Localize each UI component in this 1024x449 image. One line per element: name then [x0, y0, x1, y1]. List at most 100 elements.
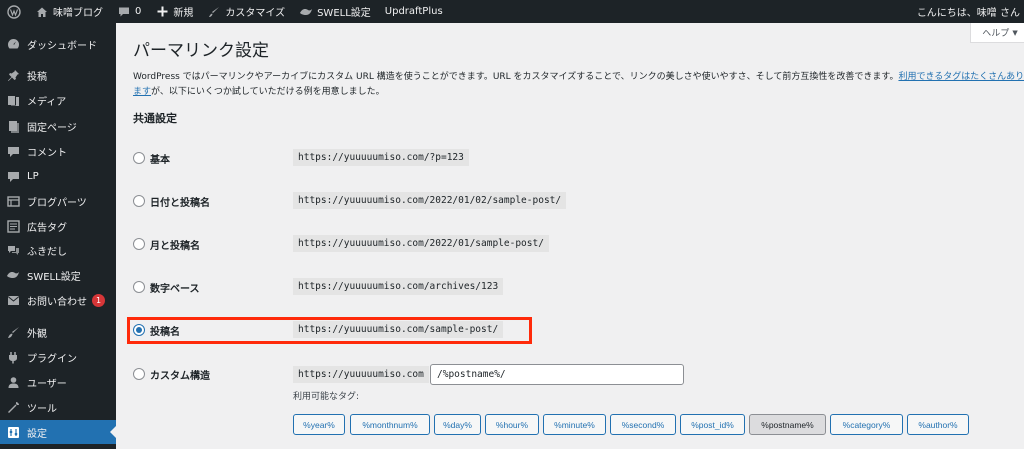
example-url: https://yuuuuumiso.com/2022/01/sample-po…: [293, 235, 549, 252]
permalink-option-custom[interactable]: カスタム構造: [133, 365, 210, 383]
radio-plain[interactable]: [133, 152, 145, 164]
available-tags-label: 利用可能なタグ:: [293, 392, 360, 402]
wordpress-logo-button[interactable]: [0, 0, 28, 23]
appearance-icon: [6, 325, 20, 339]
updraftplus-label: UpdraftPlus: [384, 6, 443, 17]
account-menu[interactable]: こんにちは、味噌 さん: [917, 0, 1020, 23]
balloon-icon: [6, 243, 20, 257]
settings-icon: [6, 425, 20, 439]
radio-numeric[interactable]: [133, 281, 145, 293]
new-content-link[interactable]: 新規: [148, 0, 200, 23]
sidebar-item-balloon[interactable]: ふきだし: [0, 238, 116, 262]
sidebar-item-label: 固定ページ: [27, 122, 77, 134]
option-label: 数字ベース: [150, 283, 200, 295]
tag-button-category[interactable]: %category%: [830, 414, 903, 435]
example-url: https://yuuuuumiso.com/archives/123: [293, 278, 504, 295]
page-icon: [6, 119, 20, 133]
updraftplus-link[interactable]: UpdraftPlus: [378, 0, 450, 23]
dashboard-icon: [6, 37, 20, 51]
swell-settings-link[interactable]: SWELL設定: [292, 0, 378, 23]
sidebar-item-label: LP: [27, 170, 39, 182]
sidebar-item-label: 設定: [27, 428, 47, 440]
custom-structure-input[interactable]: /%postname%/: [430, 364, 684, 385]
comments-count: 0: [135, 6, 142, 17]
customize-link[interactable]: カスタマイズ: [200, 0, 292, 23]
tool-icon: [6, 400, 20, 414]
intro-text-part2: が、以下にいくつか試していただける例を用意しました。: [151, 87, 385, 97]
tag-button-second[interactable]: %second%: [610, 414, 676, 435]
permalink-option-numeric[interactable]: 数字ベース: [133, 278, 200, 296]
permalink-option-day-name[interactable]: 日付と投稿名: [133, 192, 210, 210]
help-tab-label: ヘルプ: [982, 29, 1010, 39]
radio-custom[interactable]: [133, 368, 145, 380]
tag-button-year[interactable]: %year%: [293, 414, 345, 435]
sidebar-item-label: 投稿: [27, 71, 47, 83]
sidebar-item-appearance[interactable]: 外観: [0, 320, 116, 344]
help-tab-button[interactable]: ヘルプ ▼: [970, 23, 1024, 43]
permalink-option-month-name[interactable]: 月と投稿名: [133, 235, 200, 253]
tag-button-monthnum[interactable]: %monthnum%: [350, 414, 430, 435]
sidebar-item-media[interactable]: メディア: [0, 88, 116, 112]
sidebar-item-blog-parts[interactable]: ブログパーツ: [0, 189, 116, 213]
sidebar-item-pages[interactable]: 固定ページ: [0, 114, 116, 138]
sidebar-item-label: 広告タグ: [27, 222, 67, 234]
intro-text-part1: WordPress ではパーマリンクやアーカイブにカスタム URL 構造を使うこ…: [133, 72, 899, 82]
highlight-annotation-box: [127, 317, 532, 344]
example-url: https://yuuuuumiso.com/2022/01/02/sample…: [293, 192, 567, 209]
permalink-option-plain[interactable]: 基本: [133, 149, 170, 167]
tag-button-post-id[interactable]: %post_id%: [680, 414, 745, 435]
home-icon: [35, 5, 49, 19]
sidebar-item-dashboard[interactable]: ダッシュボード: [0, 32, 116, 56]
comment-icon: [117, 5, 131, 19]
user-icon: [6, 375, 20, 389]
tag-button-minute[interactable]: %minute%: [543, 414, 606, 435]
new-content-label: 新規: [173, 8, 194, 19]
sidebar-item-lp[interactable]: LP: [0, 164, 116, 188]
sidebar-item-comments[interactable]: コメント: [0, 139, 116, 163]
tag-button-hour[interactable]: %hour%: [485, 414, 539, 435]
sidebar-item-settings[interactable]: 設定: [0, 420, 116, 444]
option-label: 基本: [150, 154, 170, 166]
wordpress-logo-icon: [7, 4, 21, 19]
swell-icon: [6, 268, 20, 282]
comments-link[interactable]: 0: [110, 0, 148, 23]
sidebar-item-users[interactable]: ユーザー: [0, 370, 116, 394]
sidebar-item-label: ダッシュボード: [27, 40, 97, 52]
intro-text: WordPress ではパーマリンクやアーカイブにカスタム URL 構造を使うこ…: [133, 70, 1024, 100]
option-label: 月と投稿名: [150, 240, 200, 252]
tag-icon: [6, 219, 20, 233]
swell-icon: [299, 5, 313, 19]
radio-day-name[interactable]: [133, 195, 145, 207]
swell-settings-label: SWELL設定: [317, 8, 371, 19]
custom-base-url: https://yuuuuumiso.com: [293, 366, 429, 383]
tag-button-postname[interactable]: %postname%: [749, 414, 826, 435]
tag-button-author[interactable]: %author%: [907, 414, 969, 435]
sidebar-item-label: ブログパーツ: [27, 197, 87, 209]
plus-icon: [155, 5, 169, 19]
sidebar-item-tools[interactable]: ツール: [0, 395, 116, 419]
comment-icon: [6, 144, 20, 158]
sidebar-item-label: プラグイン: [27, 353, 77, 365]
site-name-label: 味噌ブログ: [53, 8, 103, 19]
greeting-text: こんにちは、味噌 さん: [916, 8, 1020, 19]
sidebar-item-label: コメント: [27, 147, 67, 159]
sidebar-item-label: 外観: [27, 328, 47, 340]
notification-badge: 1: [92, 293, 105, 307]
sidebar-item-posts[interactable]: 投稿: [0, 63, 116, 87]
mail-icon: [6, 293, 20, 307]
lp-icon: [6, 169, 20, 183]
media-icon: [6, 93, 20, 107]
sidebar-item-contact[interactable]: お問い合わせ 1: [0, 288, 116, 312]
sidebar-item-swell-settings[interactable]: SWELL設定: [0, 263, 116, 287]
radio-month-name[interactable]: [133, 238, 145, 250]
sidebar-item-ad-tags[interactable]: 広告タグ: [0, 214, 116, 238]
site-name-link[interactable]: 味噌ブログ: [28, 0, 110, 23]
sidebar-item-plugins[interactable]: プラグイン: [0, 345, 116, 369]
admin-bar: 味噌ブログ 0 新規 カスタマイズ SWELL設定 UpdraftPlus こん…: [0, 0, 1024, 23]
tag-button-day[interactable]: %day%: [434, 414, 481, 435]
plugin-icon: [6, 350, 20, 364]
option-label: 日付と投稿名: [150, 197, 210, 209]
sidebar-item-label: メディア: [27, 96, 67, 108]
brush-icon: [207, 5, 221, 19]
example-url: https://yuuuuumiso.com/?p=123: [293, 149, 469, 166]
